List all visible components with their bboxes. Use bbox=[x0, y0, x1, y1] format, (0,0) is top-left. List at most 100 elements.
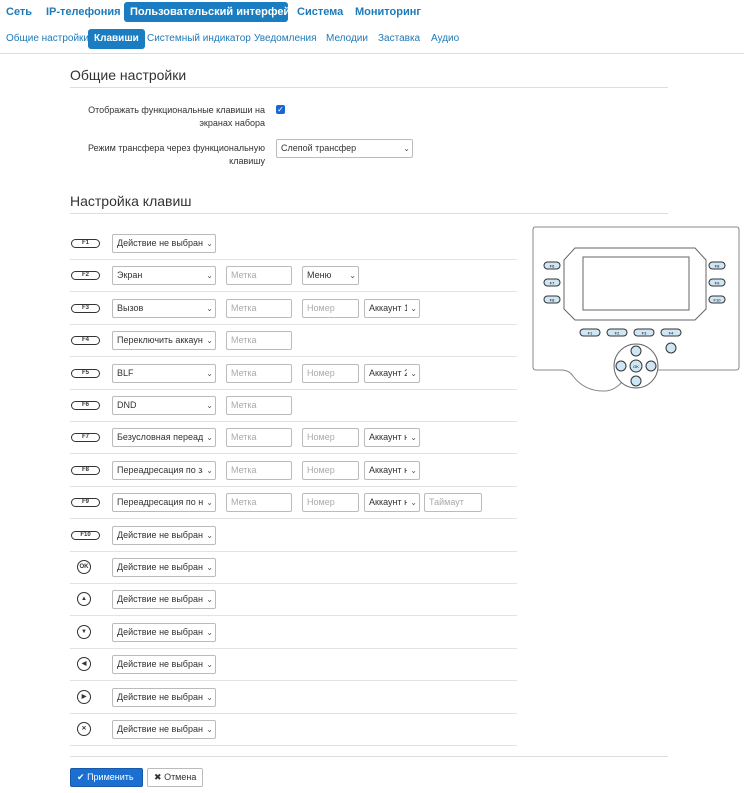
nav-monitoring[interactable]: Мониторинг bbox=[349, 2, 427, 22]
phone-left-key-label: F8 bbox=[550, 298, 555, 303]
key-action-select[interactable]: Действие не выбранс ⌄ bbox=[112, 234, 216, 253]
key-9-icon: F10 bbox=[71, 531, 100, 540]
key-action-value: Переадресация по за bbox=[117, 465, 203, 475]
chevron-down-icon: ⌄ bbox=[403, 144, 410, 153]
key-account-select[interactable]: Аккаунт 1 ⌄ bbox=[364, 299, 420, 318]
key-action-select[interactable]: Действие не выбранс ⌄ bbox=[112, 558, 216, 577]
key-action-select[interactable]: Действие не выбранс ⌄ bbox=[112, 720, 216, 739]
cancel-button[interactable]: ✖ Отмена bbox=[147, 768, 203, 787]
key-15-icon: ✕ bbox=[77, 722, 91, 736]
chevron-down-icon: ⌄ bbox=[410, 433, 417, 442]
transfer-mode-select[interactable]: Слепой трансфер ⌄ bbox=[276, 139, 413, 158]
key-action-select[interactable]: Действие не выбранс ⌄ bbox=[112, 655, 216, 674]
key-number-input[interactable]: Номер bbox=[302, 428, 359, 447]
key-action-value: Действие не выбранс bbox=[117, 238, 203, 248]
subnav-general[interactable]: Общие настройки bbox=[0, 29, 95, 49]
nav-system[interactable]: Система bbox=[291, 2, 349, 22]
key-account-select[interactable]: Аккаунт не⌄ bbox=[364, 461, 420, 480]
key-action-value: Действие не выбранс bbox=[117, 594, 203, 604]
key-label-input[interactable]: Метка bbox=[226, 396, 292, 415]
apply-button[interactable]: ✔ Применить bbox=[70, 768, 143, 787]
key-action-select[interactable]: BLF ⌄ bbox=[112, 364, 216, 383]
show-keys-checkbox[interactable]: ✓ bbox=[276, 105, 285, 114]
nav-network[interactable]: Сеть bbox=[0, 2, 38, 22]
key-action-select[interactable]: Действие не выбранс ⌄ bbox=[112, 590, 216, 609]
row-divider bbox=[70, 583, 517, 584]
phone-left-key-label: F7 bbox=[550, 281, 555, 286]
key-number-input[interactable]: Номер bbox=[302, 493, 359, 512]
phone-right-key-label: F10 bbox=[714, 298, 722, 303]
chevron-down-icon: ⌄ bbox=[206, 369, 213, 378]
chevron-down-icon: ⌄ bbox=[349, 271, 356, 280]
key-action-select[interactable]: DND ⌄ bbox=[112, 396, 216, 415]
cancel-label: Отмена bbox=[164, 772, 197, 782]
phone-ok-label: OK bbox=[633, 364, 639, 369]
key-action-select[interactable]: Действие не выбранс ⌄ bbox=[112, 688, 216, 707]
subnav-screensaver[interactable]: Заставка bbox=[372, 29, 426, 49]
chevron-down-icon: ⌄ bbox=[206, 531, 213, 540]
key-label-input[interactable]: Метка bbox=[226, 428, 292, 447]
key-label-input[interactable]: Метка bbox=[226, 266, 292, 285]
key-action-value: Экран bbox=[117, 270, 143, 280]
row-divider bbox=[70, 453, 517, 454]
key-action-select[interactable]: Безусловная переадр ⌄ bbox=[112, 428, 216, 447]
chevron-down-icon: ⌄ bbox=[206, 433, 213, 442]
key-timeout-input[interactable]: Таймаут bbox=[424, 493, 482, 512]
key-label-input[interactable]: Метка bbox=[226, 331, 292, 350]
nav-ip-telephony[interactable]: IP-телефония bbox=[40, 2, 127, 22]
key-action-select[interactable]: Действие не выбранс ⌄ bbox=[112, 623, 216, 642]
key-account-select[interactable]: Аккаунт 2 ⌄ bbox=[364, 364, 420, 383]
key-10-icon: OK bbox=[77, 560, 91, 574]
transfer-mode-label: Режим трансфера через функциональную кла… bbox=[88, 143, 265, 166]
row-divider bbox=[70, 518, 517, 519]
subnav-keys[interactable]: Клавиши bbox=[88, 29, 145, 49]
phone-right-key-label: F9 bbox=[715, 281, 720, 286]
key-action-value: Действие не выбранс bbox=[117, 724, 203, 734]
key-2-icon: F3 bbox=[71, 304, 100, 313]
key-account-value: Аккаунт не bbox=[369, 497, 407, 507]
key-screen-select[interactable]: Меню ⌄ bbox=[302, 266, 359, 285]
chevron-down-icon: ⌄ bbox=[206, 304, 213, 313]
chevron-down-icon: ⌄ bbox=[206, 271, 213, 280]
key-label-input[interactable]: Метка bbox=[226, 364, 292, 383]
key-number-input[interactable]: Номер bbox=[302, 461, 359, 480]
subnav-audio[interactable]: Аудио bbox=[425, 29, 465, 49]
key-account-select[interactable]: Аккаунт не⌄ bbox=[364, 428, 420, 447]
phone-bottom-key-label: F4 bbox=[669, 331, 674, 336]
chevron-down-icon: ⌄ bbox=[206, 336, 213, 345]
key-label-input[interactable]: Метка bbox=[226, 461, 292, 480]
subnav-system-indicator[interactable]: Системный индикатор bbox=[141, 29, 257, 49]
key-action-select[interactable]: Экран ⌄ bbox=[112, 266, 216, 285]
key-action-value: Действие не выбранс bbox=[117, 562, 203, 572]
key-0-icon: F1 bbox=[71, 239, 100, 248]
apply-label: Применить bbox=[87, 772, 134, 782]
key-action-value: Действие не выбранс bbox=[117, 530, 203, 540]
key-action-select[interactable]: Действие не выбранс ⌄ bbox=[112, 526, 216, 545]
phone-left-key-label: F6 bbox=[550, 264, 555, 269]
key-action-select[interactable]: Переключить аккаунт ⌄ bbox=[112, 331, 216, 350]
subnav-notifications[interactable]: Уведомления bbox=[248, 29, 323, 49]
key-1-icon: F2 bbox=[71, 271, 100, 280]
chevron-down-icon: ⌄ bbox=[206, 628, 213, 637]
row-divider bbox=[70, 389, 517, 390]
key-action-select[interactable]: Переадресация по не ⌄ bbox=[112, 493, 216, 512]
key-4-icon: F5 bbox=[71, 369, 100, 378]
key-account-select[interactable]: Аккаунт не⌄ bbox=[364, 493, 420, 512]
key-screen-value: Меню bbox=[307, 270, 332, 280]
chevron-down-icon: ⌄ bbox=[410, 369, 417, 378]
key-account-value: Аккаунт 2 bbox=[369, 368, 407, 378]
key-label-input[interactable]: Метка bbox=[226, 493, 292, 512]
key-number-input[interactable]: Номер bbox=[302, 364, 359, 383]
key-label-input[interactable]: Метка bbox=[226, 299, 292, 318]
key-number-input[interactable]: Номер bbox=[302, 299, 359, 318]
key-action-select[interactable]: Вызов ⌄ bbox=[112, 299, 216, 318]
chevron-down-icon: ⌄ bbox=[206, 563, 213, 572]
nav-user-interface[interactable]: Пользовательский интерфейс bbox=[124, 2, 296, 22]
chevron-down-icon: ⌄ bbox=[206, 498, 213, 507]
chevron-down-icon: ⌄ bbox=[206, 693, 213, 702]
phone-right-key-label: F8 bbox=[715, 264, 720, 269]
key-action-select[interactable]: Переадресация по за ⌄ bbox=[112, 461, 216, 480]
show-keys-label: Отображать функциональные клавиши на экр… bbox=[88, 105, 265, 128]
row-divider bbox=[70, 324, 517, 325]
subnav-melodies[interactable]: Мелодии bbox=[320, 29, 374, 49]
